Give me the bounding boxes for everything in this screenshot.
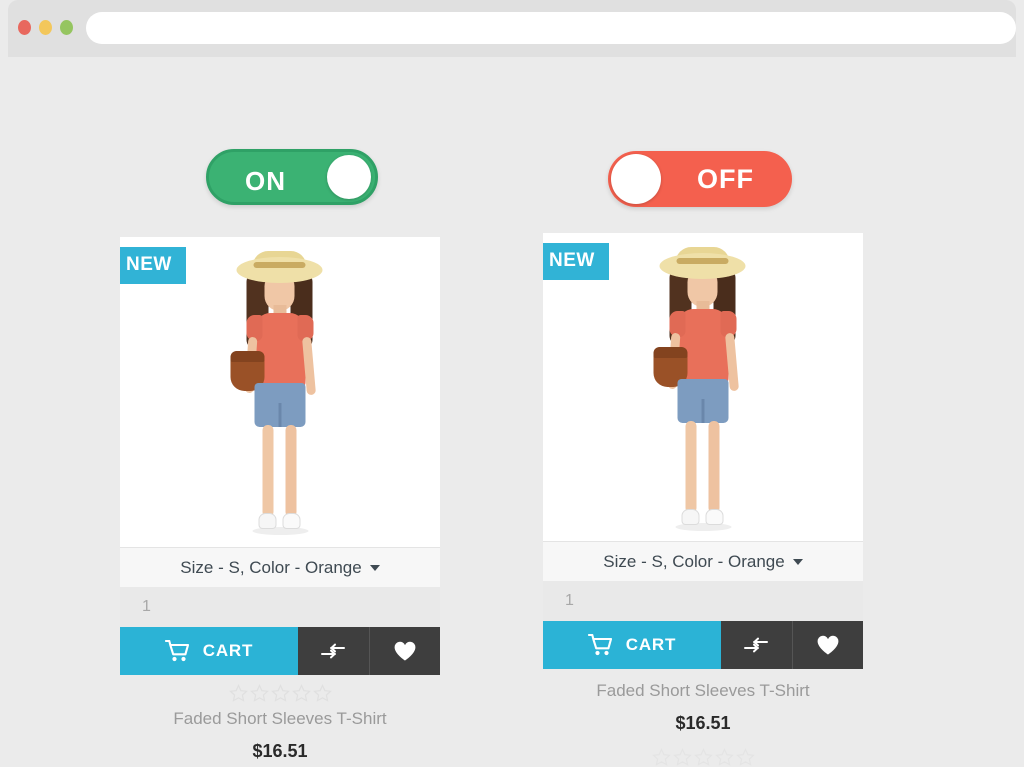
product-price: $16.51 bbox=[252, 741, 308, 761]
product-card: NEW Size - S, Color - Orange 1 CART Fade… bbox=[543, 233, 863, 767]
maximize-window-icon[interactable] bbox=[60, 20, 73, 35]
star-icon[interactable] bbox=[714, 748, 734, 767]
new-badge: NEW bbox=[543, 243, 609, 280]
star-icon[interactable] bbox=[672, 748, 692, 767]
url-input[interactable] bbox=[86, 12, 1016, 44]
traffic-light-group bbox=[18, 20, 73, 35]
heart-icon bbox=[817, 635, 839, 655]
compare-arrows-icon bbox=[321, 643, 346, 659]
compare-arrows-icon bbox=[744, 637, 769, 653]
add-to-cart-button[interactable]: CART bbox=[120, 627, 298, 675]
product-action-row: CART bbox=[543, 621, 863, 669]
star-icon[interactable] bbox=[291, 684, 311, 703]
product-photo-illustration bbox=[193, 251, 368, 547]
compare-button[interactable] bbox=[298, 627, 369, 675]
product-action-row: CART bbox=[120, 627, 440, 675]
star-icon[interactable] bbox=[735, 748, 755, 767]
product-name[interactable]: Faded Short Sleeves T-Shirt bbox=[120, 709, 440, 729]
variant-dropdown[interactable]: Size - S, Color - Orange bbox=[543, 541, 863, 581]
star-icon[interactable] bbox=[249, 684, 269, 703]
toggle-switch-off[interactable]: OFF bbox=[608, 151, 792, 207]
star-icon[interactable] bbox=[693, 748, 713, 767]
product-photo-illustration bbox=[616, 247, 791, 541]
shopping-cart-icon bbox=[164, 640, 189, 662]
chevron-down-icon bbox=[369, 564, 380, 571]
new-badge: NEW bbox=[120, 247, 186, 284]
compare-button[interactable] bbox=[721, 621, 792, 669]
heart-icon bbox=[394, 641, 416, 661]
product-image[interactable]: NEW bbox=[120, 237, 440, 547]
add-to-cart-label: CART bbox=[625, 635, 677, 654]
chevron-down-icon bbox=[792, 558, 803, 565]
product-price: $16.51 bbox=[675, 713, 731, 733]
rating-stars[interactable] bbox=[120, 684, 440, 703]
star-icon[interactable] bbox=[651, 748, 671, 767]
quantity-input[interactable] bbox=[120, 587, 440, 627]
toggle-off-label: OFF bbox=[697, 164, 754, 194]
variant-dropdown-label: Size - S, Color - Orange bbox=[603, 551, 785, 571]
rating-stars[interactable] bbox=[543, 748, 863, 767]
close-window-icon[interactable] bbox=[18, 20, 31, 35]
add-to-cart-button[interactable]: CART bbox=[543, 621, 721, 669]
variant-dropdown[interactable]: Size - S, Color - Orange bbox=[120, 547, 440, 587]
product-card: NEW Size - S, Color - Orange 1 CART Fade… bbox=[120, 237, 440, 762]
shopping-cart-icon bbox=[587, 634, 612, 656]
minimize-window-icon[interactable] bbox=[39, 20, 52, 35]
toggle-on-knob[interactable] bbox=[327, 155, 371, 199]
toggle-switch-on[interactable]: ON bbox=[206, 149, 378, 205]
page-content: ON OFF NEW Size - S, Color - Orange 1 CA… bbox=[0, 57, 1024, 766]
product-image[interactable]: NEW bbox=[543, 233, 863, 541]
quantity-input[interactable] bbox=[543, 581, 863, 621]
star-icon[interactable] bbox=[270, 684, 290, 703]
wishlist-button[interactable] bbox=[368, 627, 440, 675]
wishlist-button[interactable] bbox=[791, 621, 863, 669]
product-name[interactable]: Faded Short Sleeves T-Shirt bbox=[543, 681, 863, 701]
star-icon[interactable] bbox=[228, 684, 248, 703]
variant-dropdown-label: Size - S, Color - Orange bbox=[180, 557, 362, 577]
add-to-cart-label: CART bbox=[202, 641, 254, 660]
browser-chrome bbox=[8, 0, 1016, 57]
toggle-on-label: ON bbox=[245, 166, 286, 196]
toggle-off-knob[interactable] bbox=[611, 154, 661, 204]
star-icon[interactable] bbox=[312, 684, 332, 703]
